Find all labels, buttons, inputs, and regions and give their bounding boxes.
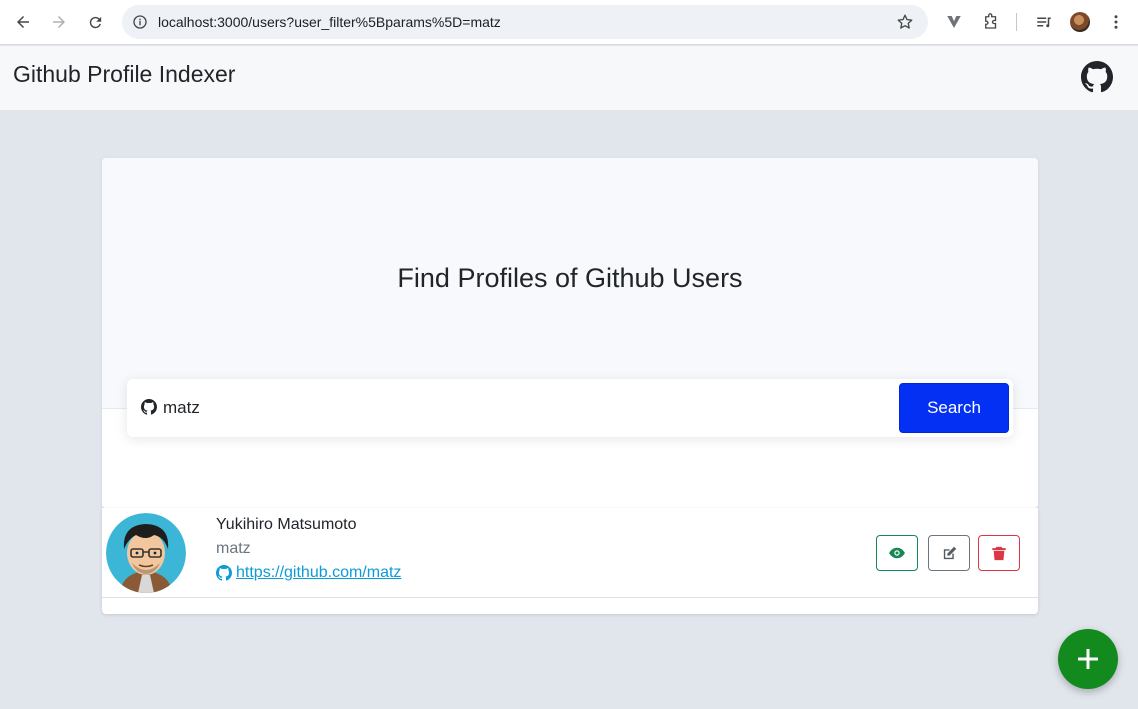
results-list: Yukihiro Matsumoto matz https://github.c…	[102, 508, 1038, 614]
profile-avatar-icon[interactable]	[1070, 12, 1090, 32]
delete-button[interactable]	[978, 535, 1020, 571]
app-title[interactable]: Github Profile Indexer	[13, 61, 235, 88]
toolbar-divider	[1016, 13, 1017, 31]
app-navbar: Github Profile Indexer	[0, 46, 1138, 111]
user-full-name: Yukihiro Matsumoto	[216, 516, 357, 533]
reload-icon[interactable]	[81, 8, 109, 36]
extension-v-icon[interactable]	[943, 11, 965, 33]
browser-toolbar: localhost:3000/users?user_filter%5Bparam…	[0, 0, 1138, 45]
extensions-puzzle-icon[interactable]	[980, 11, 1002, 33]
page-title: Find Profiles of Github Users	[397, 263, 743, 293]
user-profile-link[interactable]: https://github.com/matz	[216, 564, 401, 582]
search-input[interactable]	[163, 393, 883, 423]
url-text[interactable]: localhost:3000/users?user_filter%5Bparam…	[158, 14, 501, 30]
search-form: Search	[127, 379, 1013, 437]
github-icon	[216, 565, 232, 581]
edit-icon	[943, 546, 956, 559]
edit-button[interactable]	[928, 535, 970, 571]
delete-trash-icon	[992, 546, 1006, 560]
reading-list-icon[interactable]	[1033, 11, 1055, 33]
back-icon[interactable]	[9, 8, 37, 36]
list-item: Yukihiro Matsumoto matz https://github.c…	[102, 508, 1038, 598]
plus-icon	[1078, 649, 1098, 669]
github-icon	[141, 399, 157, 415]
site-info-icon[interactable]	[132, 14, 148, 30]
view-button[interactable]	[876, 535, 918, 571]
github-icon[interactable]	[1081, 61, 1113, 93]
bookmark-star-icon[interactable]	[896, 13, 914, 31]
address-bar[interactable]: localhost:3000/users?user_filter%5Bparam…	[122, 5, 928, 39]
search-button[interactable]: Search	[899, 383, 1009, 433]
add-user-button[interactable]	[1058, 629, 1118, 689]
kebab-menu-icon[interactable]	[1105, 11, 1127, 33]
avatar	[106, 513, 186, 593]
search-card: Find Profiles of Github Users	[102, 158, 1038, 508]
forward-icon[interactable]	[45, 8, 73, 36]
view-eye-icon	[889, 547, 905, 559]
user-login: matz	[216, 540, 251, 557]
user-profile-link-text[interactable]: https://github.com/matz	[236, 564, 401, 582]
